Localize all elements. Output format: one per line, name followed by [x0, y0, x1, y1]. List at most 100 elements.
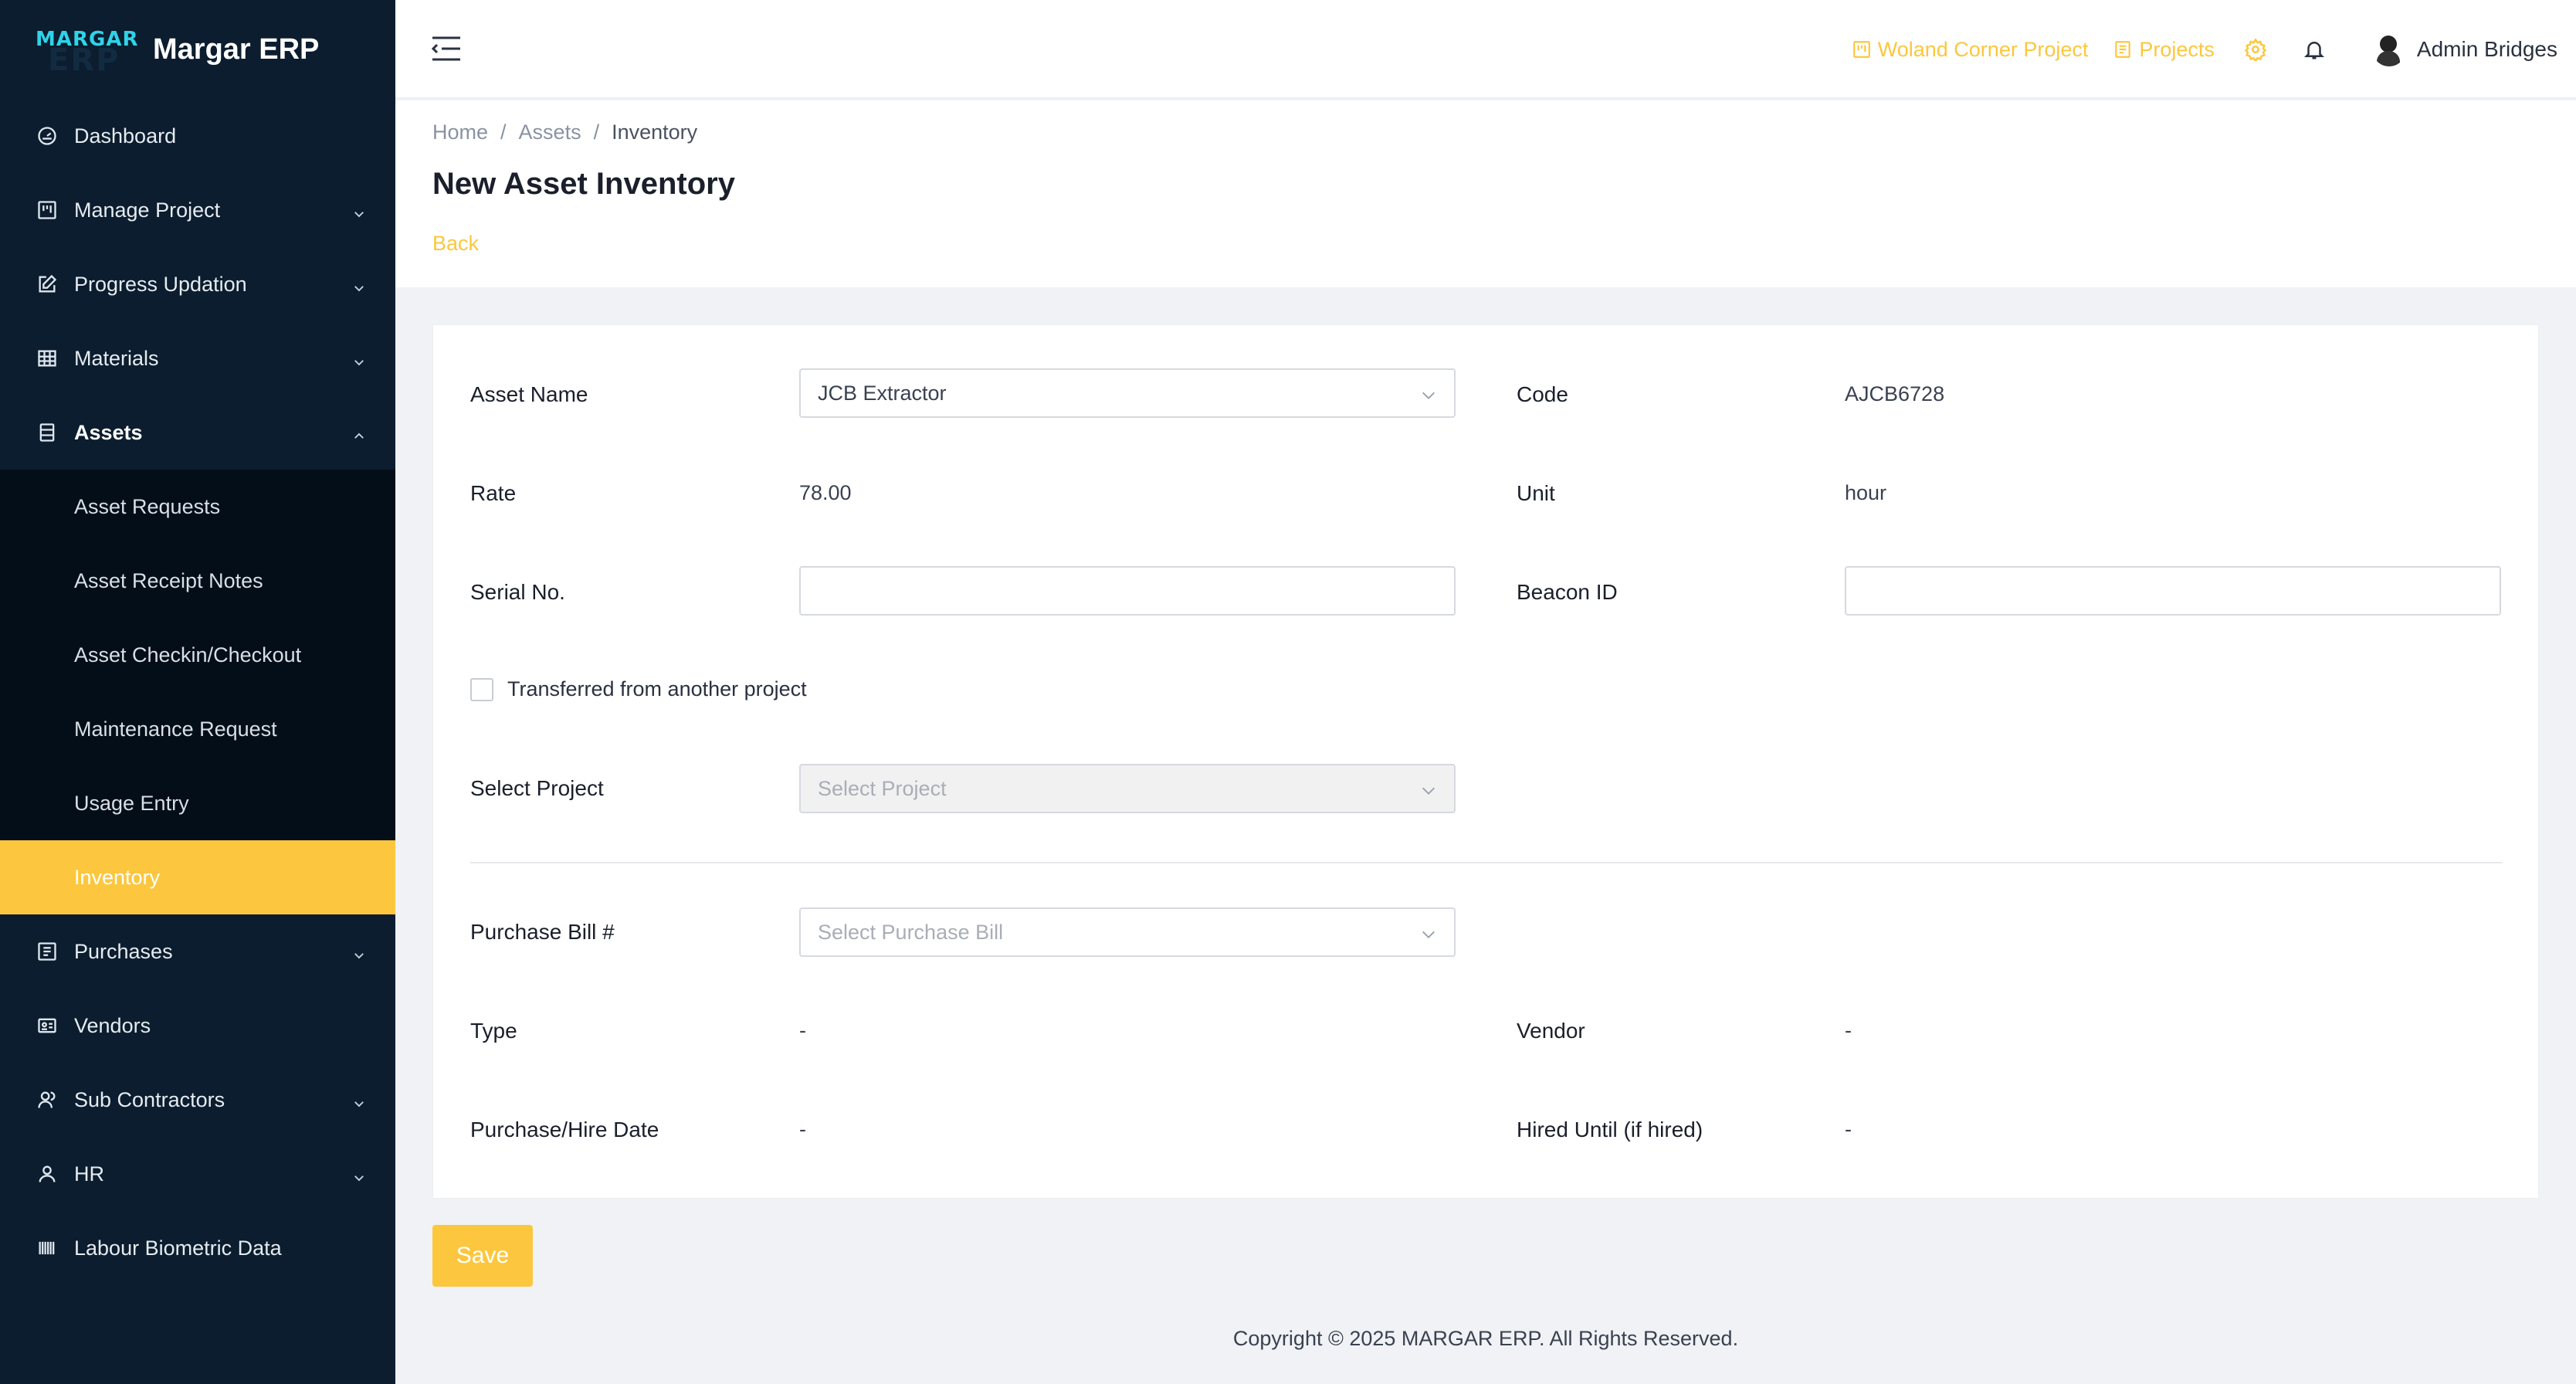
- chevron-down-icon: [352, 276, 366, 292]
- bell-icon[interactable]: [2303, 38, 2326, 61]
- page-title: New Asset Inventory: [432, 167, 735, 201]
- topbar: Woland Corner Project Projects Admin Bri…: [395, 0, 2576, 99]
- current-project-label: Woland Corner Project: [1877, 37, 2089, 61]
- chevron-down-icon: [352, 351, 366, 366]
- brand[interactable]: MARGAR ERP Margar ERP: [0, 0, 395, 99]
- sidebar-item-manage-project[interactable]: Manage Project: [0, 173, 395, 247]
- menu-toggle-icon[interactable]: [431, 36, 462, 62]
- select-project-dropdown[interactable]: Select Project: [799, 764, 1456, 813]
- type-label: Type: [470, 1019, 517, 1043]
- current-project-link[interactable]: Woland Corner Project: [1852, 37, 2089, 62]
- hired-until-value: -: [1845, 1118, 1852, 1141]
- breadcrumb: Home / Assets / Inventory: [432, 120, 697, 144]
- sidebar-item-label: Assets: [74, 420, 143, 444]
- serial-no-input[interactable]: [799, 566, 1456, 616]
- chevron-down-icon: [352, 944, 366, 959]
- logo-bottom-text: ERP: [48, 42, 120, 78]
- submenu-item-asset-requests[interactable]: Asset Requests: [0, 470, 395, 544]
- projects-link[interactable]: Projects: [2113, 38, 2215, 62]
- sidebar-item-dashboard[interactable]: Dashboard: [0, 99, 395, 173]
- asset-inventory-form: Asset Name JCB Extractor Code AJCB6728 R…: [432, 324, 2539, 1199]
- sidebar-item-labour-biometric-data[interactable]: Labour Biometric Data: [0, 1211, 395, 1285]
- purchase-date-value: -: [799, 1118, 806, 1141]
- sidebar-item-vendors[interactable]: Vendors: [0, 989, 395, 1063]
- sidebar-item-label: HR: [74, 1162, 104, 1186]
- avatar[interactable]: [2371, 32, 2406, 66]
- sidebar-item-assets[interactable]: Assets: [0, 395, 395, 470]
- sidebar: MARGAR ERP Margar ERP Dashboard Manage P…: [0, 0, 395, 1384]
- sidebar-item-label: Vendors: [74, 1013, 151, 1037]
- transferred-checkbox[interactable]: [470, 678, 493, 701]
- purchase-bill-placeholder: Select Purchase Bill: [818, 920, 1004, 944]
- save-button[interactable]: Save: [432, 1225, 533, 1287]
- board-icon: [36, 198, 59, 222]
- submenu-item-asset-checkin-checkout[interactable]: Asset Checkin/Checkout: [0, 618, 395, 692]
- submenu-item-asset-receipt-notes[interactable]: Asset Receipt Notes: [0, 544, 395, 618]
- chevron-down-icon: [352, 1166, 366, 1182]
- users-icon: [36, 1088, 59, 1111]
- page-header: Home / Assets / Inventory New Asset Inve…: [395, 100, 2576, 287]
- sidebar-item-progress-updation[interactable]: Progress Updation: [0, 247, 395, 321]
- chevron-down-icon: [1420, 924, 1437, 948]
- breadcrumb-home[interactable]: Home: [432, 120, 488, 144]
- user-icon: [36, 1162, 59, 1186]
- sidebar-item-label: Manage Project: [74, 198, 221, 222]
- purchase-bill-label: Purchase Bill #: [470, 920, 615, 944]
- company-logo: MARGAR ERP: [36, 25, 138, 78]
- sidebar-nav: Dashboard Manage Project Progress Updati…: [0, 99, 395, 470]
- unit-label: Unit: [1517, 481, 1555, 505]
- chevron-down-icon: [1420, 781, 1437, 805]
- assets-submenu: Asset Requests Asset Receipt Notes Asset…: [0, 470, 395, 914]
- user-name[interactable]: Admin Bridges: [2417, 37, 2557, 62]
- sidebar-nav-lower: Purchases Vendors Sub Contractors HR Lab…: [0, 914, 395, 1285]
- purchases-icon: [36, 940, 59, 963]
- asset-name-select[interactable]: JCB Extractor: [799, 368, 1456, 418]
- brand-name: Margar ERP: [153, 32, 320, 66]
- sidebar-item-hr[interactable]: HR: [0, 1137, 395, 1211]
- projects-label: Projects: [2139, 37, 2215, 61]
- chevron-down-icon: [352, 202, 366, 218]
- sidebar-item-materials[interactable]: Materials: [0, 321, 395, 395]
- vendor-label: Vendor: [1517, 1019, 1585, 1043]
- rate-value: 78.00: [799, 481, 852, 504]
- sidebar-item-purchases[interactable]: Purchases: [0, 914, 395, 989]
- edit-icon: [36, 273, 59, 296]
- sidebar-item-label: Dashboard: [74, 124, 177, 148]
- dashboard-icon: [36, 124, 59, 148]
- submenu-item-maintenance-request[interactable]: Maintenance Request: [0, 692, 395, 766]
- type-value: -: [799, 1019, 806, 1042]
- sidebar-item-label: Purchases: [74, 939, 173, 963]
- asset-name-value: JCB Extractor: [818, 381, 947, 405]
- breadcrumb-current: Inventory: [612, 120, 698, 144]
- chevron-down-icon: [1420, 385, 1437, 409]
- purchase-date-label: Purchase/Hire Date: [470, 1118, 659, 1141]
- sidebar-item-label: Sub Contractors: [74, 1087, 225, 1111]
- submenu-item-inventory[interactable]: Inventory: [0, 840, 395, 914]
- chevron-down-icon: [352, 1092, 366, 1108]
- footer-copyright: Copyright © 2025 MARGAR ERP. All Rights …: [1232, 1327, 1739, 1350]
- rate-label: Rate: [470, 481, 517, 505]
- vendor-value: -: [1845, 1019, 1852, 1042]
- assets-icon: [36, 421, 59, 444]
- unit-value: hour: [1845, 481, 1887, 504]
- serial-no-label: Serial No.: [470, 580, 565, 604]
- barcode-icon: [36, 1236, 59, 1260]
- back-link[interactable]: Back: [432, 232, 479, 256]
- projects-icon: [2115, 41, 2131, 58]
- sidebar-item-sub-contractors[interactable]: Sub Contractors: [0, 1063, 395, 1137]
- sidebar-item-label: Progress Updation: [74, 272, 247, 296]
- sidebar-item-label: Labour Biometric Data: [74, 1236, 282, 1260]
- hired-until-label: Hired Until (if hired): [1517, 1118, 1703, 1141]
- gear-icon[interactable]: [2244, 38, 2267, 61]
- transferred-label[interactable]: Transferred from another project: [507, 677, 807, 701]
- submenu-item-usage-entry[interactable]: Usage Entry: [0, 766, 395, 840]
- board-icon: [1852, 41, 1870, 58]
- sidebar-item-label: Materials: [74, 346, 159, 370]
- code-value: AJCB6728: [1845, 382, 1945, 405]
- breadcrumb-separator: /: [500, 120, 507, 144]
- beacon-id-input[interactable]: [1845, 566, 2501, 616]
- grid-icon: [36, 347, 59, 370]
- purchase-bill-dropdown[interactable]: Select Purchase Bill: [799, 907, 1456, 957]
- select-project-label: Select Project: [470, 776, 604, 800]
- breadcrumb-assets[interactable]: Assets: [519, 120, 581, 144]
